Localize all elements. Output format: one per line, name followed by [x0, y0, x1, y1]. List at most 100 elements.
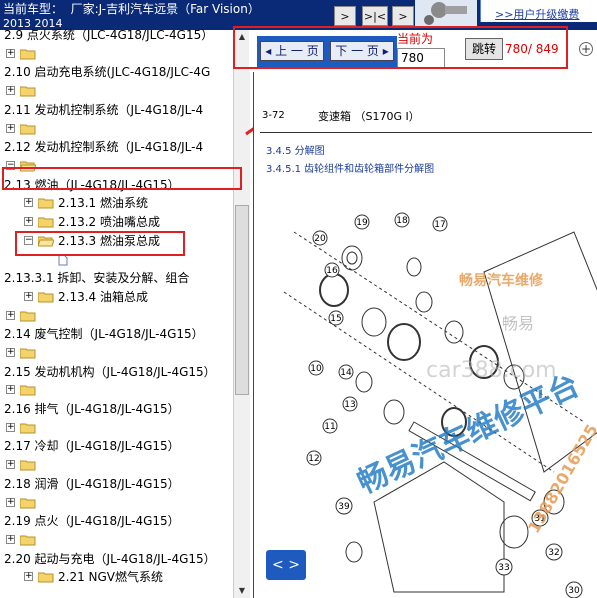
folder-icon [20, 535, 36, 546]
svg-text:15: 15 [330, 314, 341, 324]
tree-row[interactable]: +2.13.2 喷油嘴总成 [0, 212, 232, 232]
folder-icon [38, 572, 54, 583]
scroll-down-arrow-icon[interactable]: ▼ [235, 584, 249, 598]
tree-item-label: 2.10 启动充电系统(JLC-4G18/JLC-4G [4, 65, 211, 80]
watermark-text: 畅易汽车维修 [459, 273, 543, 289]
window-title: 当前车型： 厂家:J-吉利汽车远景（Far Vision） [3, 2, 260, 16]
expand-icon[interactable]: + [6, 347, 15, 357]
folder-icon [20, 124, 36, 134]
expand-icon[interactable]: + [6, 48, 15, 58]
folder-icon [20, 348, 36, 359]
doc-section-heading: 3.4.5 分解图 [266, 146, 325, 157]
folder-icon [38, 292, 54, 303]
svg-text:33: 33 [498, 563, 509, 573]
expand-icon[interactable]: + [6, 460, 15, 470]
tree-row[interactable]: + [0, 44, 232, 64]
expand-icon[interactable]: + [6, 310, 15, 320]
tree-item-label: 2.13.4 油箱总成 [58, 289, 148, 304]
tree-row[interactable]: + [0, 530, 232, 550]
nav-split-button[interactable]: >|< [362, 6, 388, 26]
watermark-text: 畅易 [502, 314, 535, 333]
tree-row[interactable]: 2.12 发动机控制系统（JL-4G18/JL-4 [0, 137, 232, 157]
svg-text:32: 32 [548, 548, 559, 558]
tree-row[interactable]: + [0, 380, 232, 400]
expand-icon[interactable]: + [6, 534, 15, 544]
tree-item-label: 2.18 润滑（JL-4G18/JL-4G15） [4, 476, 180, 491]
expand-icon[interactable]: + [6, 86, 15, 96]
tree-row[interactable]: + [0, 343, 232, 363]
expand-icon[interactable]: + [6, 422, 15, 432]
tree-item-label: 2.20 起动与充电（JL-4G18/JL-4G15） [4, 551, 216, 566]
folder-icon [20, 460, 36, 471]
svg-text:14: 14 [340, 368, 352, 378]
folder-icon [38, 217, 54, 228]
doc-divider [260, 132, 592, 133]
svg-text:17: 17 [434, 220, 445, 230]
tree-row[interactable]: 2.19 点火（JL-4G18/JL-4G15） [0, 511, 232, 531]
tree-row[interactable]: +2.13.4 油箱总成 [0, 287, 232, 307]
tree-row[interactable]: +2.13.1 燃油系统 [0, 193, 232, 213]
tool-image-icon [415, 0, 477, 26]
zoom-in-icon[interactable]: + [579, 42, 593, 56]
upgrade-panel: >>用户升级缴费 [480, 0, 597, 22]
tree-row[interactable]: 2.11 发动机控制系统（JL-4G18/JL-4 [0, 100, 232, 120]
svg-text:20: 20 [314, 234, 326, 244]
highlight-box-fuel [2, 167, 242, 190]
tree-item-label: 2.14 废气控制（JL-4G18/JL-4G15） [4, 327, 204, 342]
expand-icon[interactable]: + [6, 123, 15, 133]
tree-item-label: 2.13.3.1 拆卸、安装及分解、组合 [4, 271, 190, 286]
svg-text:10: 10 [310, 364, 322, 374]
folder-icon [20, 385, 36, 396]
nav-forward-button[interactable]: > [334, 6, 356, 26]
chapter-tree: 2.9 点火系统（JLC-4G18/JLC-4G15） +2.10 启动充电系统(… [0, 28, 250, 598]
tree-item-label: 2.13.2 喷油嘴总成 [58, 215, 160, 229]
svg-text:16: 16 [326, 266, 338, 276]
folder-icon [20, 423, 36, 434]
document-icon [58, 254, 68, 266]
svg-text:13: 13 [344, 400, 355, 410]
tree-row[interactable]: 2.14 废气控制（JL-4G18/JL-4G15） [0, 324, 232, 344]
expand-icon[interactable]: + [24, 572, 33, 582]
tree-row[interactable]: 2.10 启动充电系统(JLC-4G18/JLC-4G [0, 62, 232, 82]
svg-text:12: 12 [308, 454, 319, 464]
expand-icon[interactable]: + [24, 198, 33, 208]
tree-row[interactable]: 2.16 排气（JL-4G18/JL-4G15） [0, 399, 232, 419]
tree-item-label: 2.13.1 燃油系统 [58, 196, 148, 211]
upgrade-link[interactable]: >>用户升级缴费 [495, 6, 579, 22]
tree-row[interactable]: 2.17 冷却（JL-4G18/JL-4G15） [0, 436, 232, 456]
expand-icon[interactable]: + [24, 217, 33, 226]
tree-row[interactable]: + [0, 306, 232, 326]
tree-row[interactable]: + [0, 81, 232, 101]
svg-text:18: 18 [396, 216, 408, 226]
tree-item-label: 2.12 发动机控制系统（JL-4G18/JL-4 [4, 140, 204, 155]
tree-row[interactable]: 2.18 润滑（JL-4G18/JL-4G15） [0, 474, 232, 494]
tree-row[interactable]: + [0, 455, 232, 475]
tree-item-label: 2.21 NGV燃气系统 [58, 570, 164, 585]
tree-row[interactable]: + [0, 493, 232, 513]
tree-item-label: 2.19 点火（JL-4G18/JL-4G15） [4, 514, 180, 529]
tree-row[interactable]: 2.9 点火系统（JLC-4G18/JLC-4G15） [0, 25, 232, 45]
tree-row[interactable]: + [0, 119, 232, 139]
tree-item-label: 2.17 冷却（JL-4G18/JL-4G15） [4, 439, 180, 454]
folder-icon [20, 49, 36, 60]
folder-icon [38, 198, 54, 209]
tree-row[interactable]: + [0, 418, 232, 438]
svg-text:30: 30 [568, 586, 580, 596]
tree-item-label: 2.11 发动机控制系统（JL-4G18/JL-4 [4, 102, 204, 117]
expand-icon[interactable]: + [6, 497, 15, 507]
tree-item-label: 2.9 点火系统（JLC-4G18/JLC-4G15） [4, 28, 214, 42]
document-page: 3-72 变速箱 （S170G Ⅰ） 3.4.5 分解图 3.4.5.1 齿轮组… [253, 72, 597, 598]
folder-icon [20, 498, 36, 508]
scroll-thumb[interactable] [235, 205, 249, 395]
tree-row[interactable]: 2.20 起动与充电（JL-4G18/JL-4G15） [0, 549, 232, 569]
tree-row[interactable]: 2.13.3.1 拆卸、安装及分解、组合 [0, 268, 232, 288]
expand-icon[interactable]: + [6, 385, 15, 395]
folder-icon [20, 311, 36, 321]
svg-text:19: 19 [356, 218, 368, 228]
page-flip-button[interactable]: < > [266, 550, 306, 580]
svg-text:39: 39 [338, 502, 350, 512]
nav-next-button[interactable]: > [392, 6, 414, 26]
tree-row[interactable]: 2.15 发动机机构（JL-4G18/JL-4G15） [0, 362, 232, 382]
tree-row[interactable]: +2.21 NGV燃气系统 [0, 567, 232, 587]
expand-icon[interactable]: + [24, 291, 33, 301]
